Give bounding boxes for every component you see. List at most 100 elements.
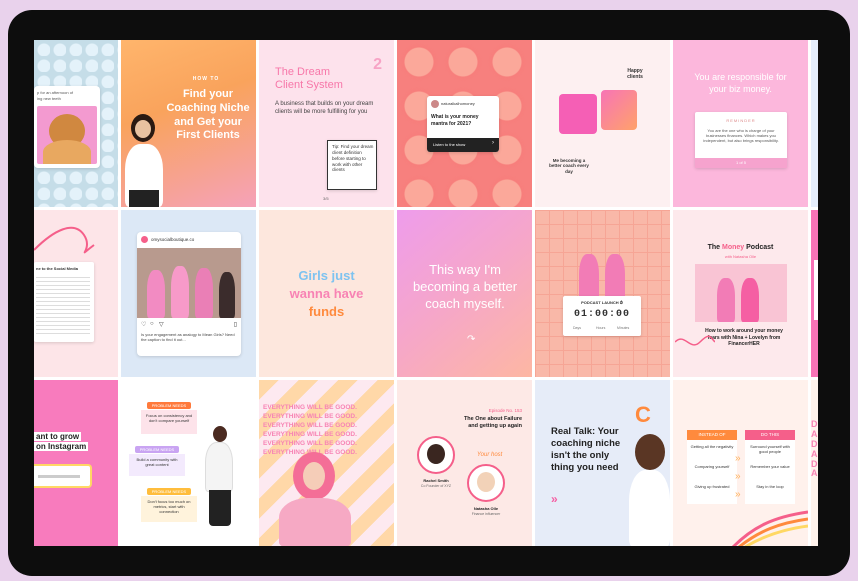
- tile-problem-needs[interactable]: PROBLEM NEEDS Focus on consistency and d…: [121, 380, 256, 546]
- tile-social-media[interactable]: ne to the Social Media: [34, 210, 118, 377]
- instagram-feed-grid: p for an afternoon of ing new teeth HOW …: [34, 40, 818, 546]
- pink-hair-woman-face: [303, 462, 325, 490]
- tile-money-mantra[interactable]: naturalkalhomoney What is your money man…: [397, 40, 532, 207]
- tile-partial-blue[interactable]: [811, 40, 818, 207]
- fur-coat: [279, 498, 351, 546]
- tile-real-talk[interactable]: C Real Talk: Your coaching niche isn't t…: [535, 380, 670, 546]
- tile-failure-episode[interactable]: Episode No. 153 The One about Failure an…: [397, 380, 532, 546]
- host-label: Your host: [477, 452, 503, 458]
- heart-icon[interactable]: ♡: [141, 321, 146, 328]
- chevrons-icon: »»»: [735, 453, 741, 500]
- dream-number: 2: [373, 56, 382, 73]
- dothis-item-2: Remember your value: [750, 464, 790, 469]
- tile-partial-pink[interactable]: [811, 210, 818, 377]
- meangirls-caption: Is your engagement as analogy to Mean Gi…: [141, 332, 235, 343]
- problem-card-1: Focus on consistency and don't compare y…: [141, 410, 197, 434]
- squiggle-decoration: [675, 335, 715, 346]
- tile-dog-bubbles[interactable]: p for an afternoon of ing new teeth: [34, 40, 118, 207]
- tile-mean-girls[interactable]: omysocialboutique.co ♡ ○ ▽ ▯ Is your eng…: [121, 210, 256, 377]
- podcast-timer-card: PODCAST LAUNCH ⏱ 01:00:00 Days Hours Min…: [563, 296, 641, 336]
- instead-head: INSTEAD OF: [687, 430, 737, 440]
- coaching-title: Find your Coaching Niche and Get your Fi…: [166, 88, 250, 142]
- puzzle-piece-left-icon: [559, 94, 597, 134]
- meangirls-photo: [137, 248, 241, 318]
- good-line-2: EVERYTHING WILL BE GOOD.: [263, 413, 357, 420]
- mantra-avatar: [431, 100, 439, 108]
- mantra-question: What is your money mantra for 2021?: [431, 114, 479, 127]
- good-line-1: EVERYTHING WILL BE GOOD.: [263, 404, 357, 411]
- social-card: ne to the Social Media: [34, 262, 94, 342]
- tile-podcast-launch[interactable]: PODCAST LAUNCH ⏱ 01:00:00 Days Hours Min…: [535, 210, 670, 377]
- host-2: [741, 278, 759, 322]
- podcast-unit-minutes: Minutes: [617, 326, 630, 330]
- puzzle-top-label: Happy clients: [627, 68, 643, 80]
- tile-partial-letters[interactable]: DA DA DA: [811, 380, 818, 546]
- dream-body: A business that builds on your dream cli…: [275, 101, 374, 116]
- guest2-name: Natasha Olle: [473, 506, 499, 511]
- tile-coaching-niche[interactable]: HOW TO Find your Coaching Niche and Get …: [121, 40, 256, 207]
- mantra-card: naturalkalhomoney What is your money man…: [427, 96, 499, 152]
- host-1: [717, 278, 735, 322]
- grow-bar-line: [38, 475, 80, 478]
- tile-puzzle[interactable]: Happy clients Me becoming a better coach…: [535, 40, 670, 207]
- tile-instead-of[interactable]: INSTEAD OF DO THIS Getting all the negat…: [673, 380, 808, 546]
- coaching-eyebrow: HOW TO: [192, 76, 220, 82]
- real-talk-woman-body: [629, 470, 670, 546]
- problem-label-3: PROBLEM NEEDS: [147, 488, 191, 495]
- instead-item-3: Giving up frustrated: [694, 484, 730, 489]
- dog-caption-1: p for an afternoon of: [37, 90, 74, 95]
- dream-title: The Dream Client System: [275, 66, 343, 92]
- dream-tip: Tip: Find your dream client definition b…: [332, 144, 374, 173]
- arrow-right-icon: ›: [492, 140, 494, 146]
- reminder-head: REMINDER: [726, 118, 756, 123]
- better-coach-text: This way I'm becoming a better coach mys…: [412, 262, 518, 311]
- problem-label-1: PROBLEM NEEDS: [147, 402, 191, 409]
- mantra-listen-label: Listen to the show: [433, 142, 466, 147]
- puzzle-bottom-label: Me becoming a better coach every day: [549, 158, 589, 174]
- dothis-head: DO THIS: [745, 430, 795, 440]
- instead-list: Getting all the negativity Comparing you…: [687, 440, 737, 504]
- episode-number: Episode No. 153: [488, 408, 522, 413]
- podcast-timer: 01:00:00: [573, 309, 630, 320]
- dothis-item-3: Stay in the loop: [756, 484, 784, 489]
- dog-photo: [37, 106, 97, 164]
- instead-item-2: Comparing yourself: [694, 464, 730, 469]
- girl-2: [171, 266, 189, 318]
- dothis-list: Surround yourself with good people Remem…: [745, 440, 795, 504]
- grow-line-1: ant to grow: [34, 432, 82, 441]
- girl-3: [195, 268, 213, 318]
- rainbow-decoration: [731, 510, 808, 546]
- comment-icon[interactable]: ○: [150, 321, 154, 327]
- biz-money-title: You are responsible for your biz money.: [694, 72, 787, 94]
- dream-page: 3/5: [323, 196, 329, 201]
- jumping-woman-body: [205, 442, 233, 492]
- tile-money-podcast[interactable]: The Money Podcast with Natasha Olle How …: [673, 210, 808, 377]
- funds-line-2: wanna have: [289, 286, 364, 301]
- tile-biz-money[interactable]: You are responsible for your biz money. …: [673, 40, 808, 207]
- money-podcast-title-post: Podcast: [744, 244, 774, 251]
- puzzle-piece-right-icon: [601, 90, 637, 130]
- dothis-item-1: Surround yourself with good people: [750, 444, 790, 454]
- partial-letters: DA DA DA: [811, 419, 818, 479]
- tile-everything-good[interactable]: EVERYTHING WILL BE GOOD. EVERYTHING WILL…: [259, 380, 394, 546]
- money-podcast-title: The Money Podcast: [673, 244, 808, 251]
- woman-pants: [129, 190, 159, 207]
- problem-card-3: Don't focus too much on metrics, start w…: [141, 496, 197, 522]
- instead-item-1: Getting all the negativity: [690, 444, 734, 449]
- guest1-name: Rachel Smith: [423, 478, 449, 483]
- problem-card-2: Build a community with great content: [129, 454, 185, 476]
- money-podcast-sub: with Natasha Olle: [724, 254, 757, 259]
- woman-face: [135, 120, 151, 138]
- share-icon[interactable]: ▽: [159, 321, 164, 328]
- mantra-listen-button[interactable]: Listen to the show ›: [427, 138, 499, 152]
- tile-better-coach[interactable]: This way I'm becoming a better coach mys…: [397, 210, 532, 377]
- real-talk-logo: C: [635, 402, 651, 427]
- good-line-5: EVERYTHING WILL BE GOOD.: [263, 440, 357, 447]
- podcast-launch-title: PODCAST LAUNCH ⏱: [581, 300, 623, 305]
- guest2-role: Finance influencer: [471, 512, 501, 516]
- tile-grow-instagram[interactable]: ant to grow on Instagram: [34, 380, 118, 546]
- problem-label-2: PROBLEM NEEDS: [135, 446, 179, 453]
- tile-girls-funds[interactable]: Girls just wanna have funds: [259, 210, 394, 377]
- tile-dream-client[interactable]: The Dream Client System 2 A business tha…: [259, 40, 394, 207]
- bookmark-icon[interactable]: ▯: [234, 321, 237, 328]
